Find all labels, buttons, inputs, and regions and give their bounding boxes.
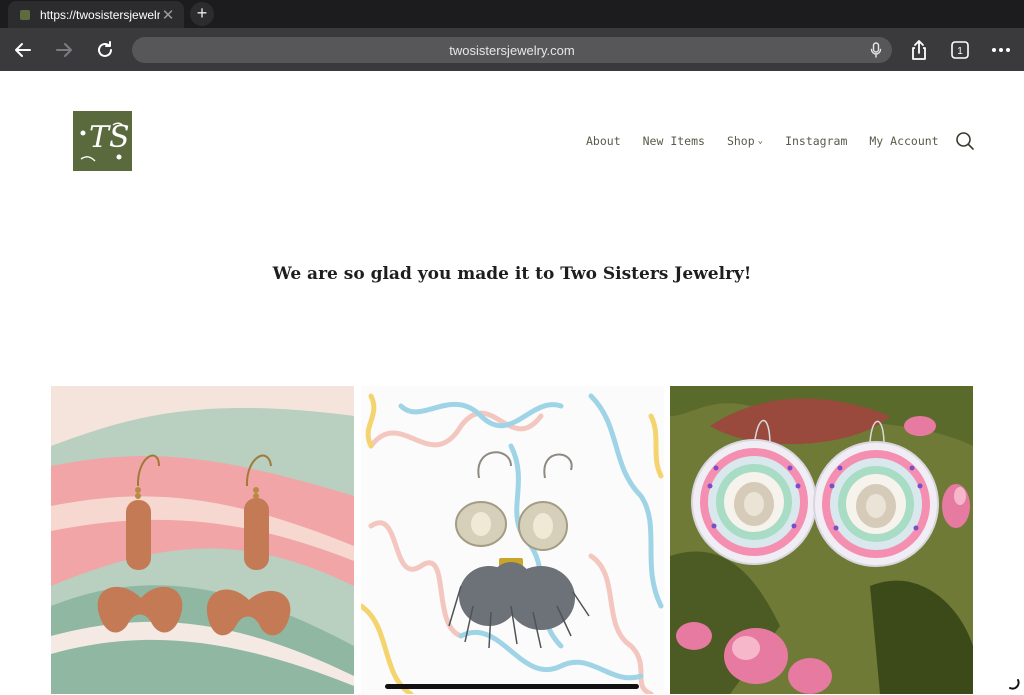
logo-text: TS [89,120,130,155]
close-icon[interactable]: ✕ [160,6,176,24]
microphone-icon[interactable] [870,42,882,63]
url-text: twosistersjewelry.com [449,43,575,58]
product-image-1[interactable] [51,386,354,694]
site-header: TS About New Items Shop ⌄ Instagram My A… [0,71,1024,231]
browser-tab-bar: https://twosistersjewelry ✕ + [0,0,1024,28]
chevron-down-icon: ⌄ [757,136,764,146]
favicon-icon [20,9,30,20]
browser-toolbar: twosistersjewelry.com 1 [0,28,1024,71]
nav-new-items[interactable]: New Items [643,134,705,148]
more-icon[interactable] [988,37,1014,63]
product-image-2[interactable] [361,386,664,694]
search-icon[interactable] [955,131,975,151]
product-gallery [51,386,973,694]
nav-instagram[interactable]: Instagram [785,134,847,148]
browser-tab[interactable]: https://twosistersjewelry ✕ [8,1,184,28]
address-bar[interactable]: twosistersjewelry.com [132,37,892,63]
nav-shop[interactable]: Shop ⌄ [727,134,763,148]
nav-about[interactable]: About [586,134,621,148]
nav-my-account[interactable]: My Account [869,134,938,148]
share-icon[interactable] [906,37,932,63]
home-indicator [385,684,639,689]
plus-icon[interactable]: + [190,2,214,26]
welcome-heading: We are so glad you made it to Two Sister… [272,264,752,284]
tab-title: https://twosistersjewelry [40,7,160,22]
reload-icon[interactable] [92,37,118,63]
site-logo[interactable]: TS [73,111,132,171]
loading-spinner-icon [1006,676,1020,690]
tabs-icon[interactable]: 1 [947,37,973,63]
back-icon[interactable] [10,37,36,63]
tab-count: 1 [957,46,963,57]
nav-shop-label: Shop [726,134,755,148]
forward-icon[interactable] [51,37,77,63]
main-nav: About New Items Shop ⌄ Instagram My Acco… [586,134,961,148]
product-image-3[interactable] [670,386,973,694]
